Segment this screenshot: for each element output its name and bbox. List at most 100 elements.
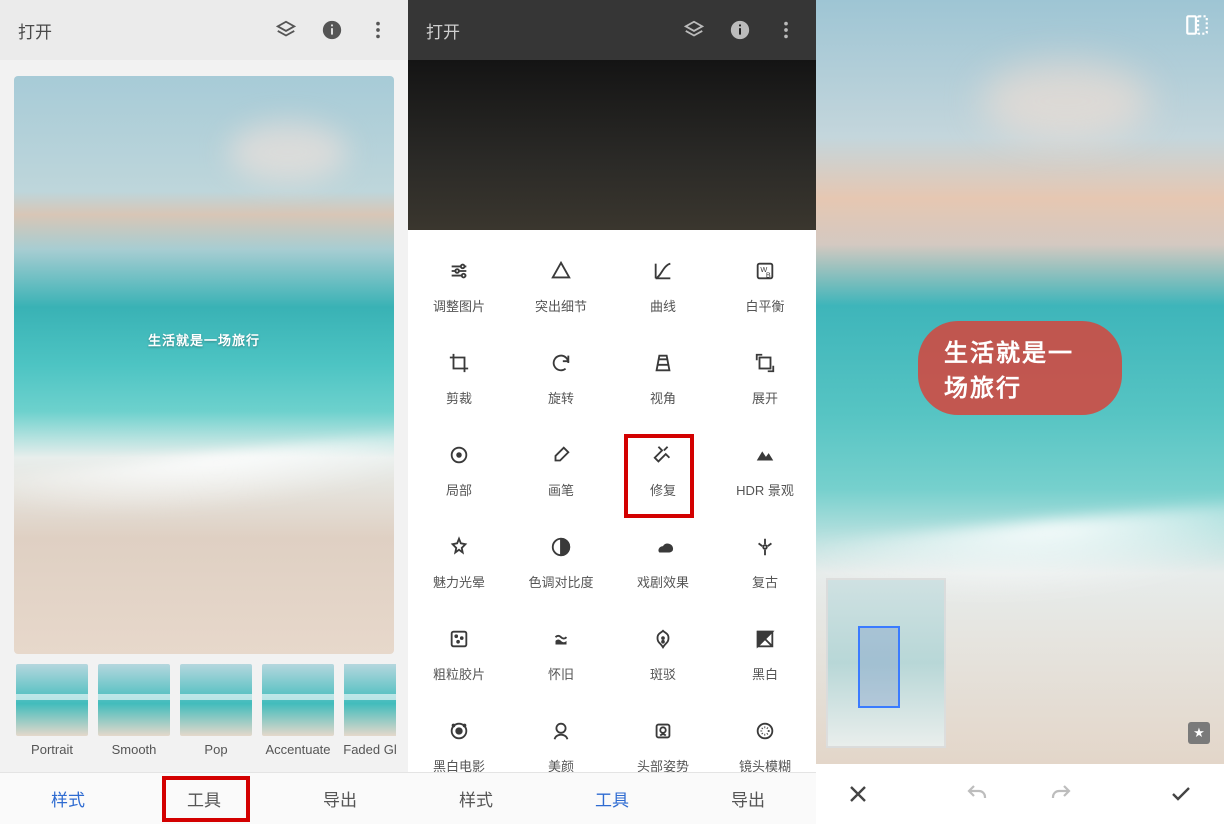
tool-vintage[interactable]: 复古 [714,534,816,622]
close-button[interactable] [846,782,870,806]
bottom-tabs: 样式 工具 导出 [0,772,408,824]
open-button[interactable]: 打开 [426,18,460,43]
tool-retrolux[interactable]: 怀旧 [510,626,612,714]
lensblur-icon [752,718,778,744]
vintage-icon [752,534,778,560]
healing-brush-overlay: 生活就是一场旅行 [918,321,1122,415]
more-icon[interactable] [366,18,390,42]
style-thumb[interactable]: Pop [180,664,252,757]
tool-head[interactable]: 头部姿势 [612,718,714,772]
tool-wb[interactable]: WB 白平衡 [714,258,816,346]
tool-expand[interactable]: 展开 [714,350,816,438]
tool-drama[interactable]: 戏剧效果 [612,534,714,622]
style-thumb[interactable]: Smooth [98,664,170,757]
tool-curves[interactable]: 曲线 [612,258,714,346]
tool-crop[interactable]: 剪裁 [408,350,510,438]
info-icon[interactable] [320,18,344,42]
tool-label: 画笔 [548,480,574,499]
tab-export[interactable]: 导出 [680,773,816,824]
details-icon [548,258,574,284]
rotate-icon [548,350,574,376]
tool-label: 曲线 [650,296,676,315]
panel-healing-view: 生活就是一场旅行 ★ [816,0,1224,824]
tool-lensblur[interactable]: 镜头模糊 [714,718,816,772]
grunge-icon [650,626,676,652]
healing-photo-area[interactable]: 生活就是一场旅行 ★ [816,0,1224,764]
style-thumb[interactable]: Accentuate [262,664,334,757]
tool-label: 突出细节 [535,296,587,315]
tab-tools[interactable]: 工具 [544,773,680,824]
tool-label: 镜头模糊 [739,756,791,772]
healing-action-bar [816,764,1224,824]
apply-button[interactable] [1168,782,1194,806]
grainy-icon [446,626,472,652]
glow-icon [446,534,472,560]
tab-styles[interactable]: 样式 [0,773,136,824]
style-thumb[interactable]: Faded Gl [344,664,396,757]
tool-label: 剪裁 [446,388,472,407]
main-photo[interactable]: 生活就是一场旅行 [14,76,394,654]
topbar: 打开 [408,0,816,60]
tool-hdr[interactable]: HDR 景观 [714,442,816,530]
curves-icon [650,258,676,284]
tool-label: 调整图片 [433,296,485,315]
navigator-preview[interactable] [826,578,946,748]
tune-icon [446,258,472,284]
bottom-tabs: 样式 工具 导出 [408,772,816,824]
tool-noir[interactable]: 黑白电影 [408,718,510,772]
layers-icon[interactable] [682,18,706,42]
tool-selective[interactable]: 局部 [408,442,510,530]
tool-grainy[interactable]: 粗粒胶片 [408,626,510,714]
info-icon[interactable] [728,18,752,42]
undo-button[interactable] [963,782,991,806]
crop-icon [446,350,472,376]
more-icon[interactable] [774,18,798,42]
portrait-icon [548,718,574,744]
dimmed-photo-area [408,60,816,230]
tool-rotate[interactable]: 旋转 [510,350,612,438]
tool-perspective[interactable]: 视角 [612,350,714,438]
tool-label: 黑白电影 [433,756,485,772]
style-thumbnails-row: Portrait Smooth Pop Accentuate Faded Gl [0,664,408,772]
drama-icon [650,534,676,560]
favorite-icon[interactable]: ★ [1188,722,1210,744]
tool-label: 斑驳 [650,664,676,683]
expand-icon [752,350,778,376]
tool-details[interactable]: 突出细节 [510,258,612,346]
tool-grunge[interactable]: 斑驳 [612,626,714,714]
panel-styles-view: 打开 生活就是一场旅行 Portrait Smooth Pop Accentua… [0,0,408,824]
tool-label: 白平衡 [745,296,784,315]
tool-label: 粗粒胶片 [433,664,485,683]
head-icon [650,718,676,744]
tab-export[interactable]: 导出 [272,773,408,824]
tool-label: 复古 [752,572,778,591]
compare-icon[interactable] [1184,12,1210,38]
tool-label: 黑白 [752,664,778,683]
photo-watermark-text: 生活就是一场旅行 [14,330,394,349]
tool-brush[interactable]: 画笔 [510,442,612,530]
tool-healing[interactable]: 修复 [612,442,714,530]
noir-icon [446,718,472,744]
tool-bw[interactable]: 黑白 [714,626,816,714]
open-button[interactable]: 打开 [18,18,52,43]
redo-button[interactable] [1047,782,1075,806]
tool-glow[interactable]: 魅力光晕 [408,534,510,622]
tool-tonal[interactable]: 色调对比度 [510,534,612,622]
tool-label: HDR 景观 [736,480,794,499]
tab-tools[interactable]: 工具 [136,773,272,824]
tool-portrait[interactable]: 美颜 [510,718,612,772]
tonal-icon [548,534,574,560]
tab-styles[interactable]: 样式 [408,773,544,824]
topbar: 打开 [0,0,408,60]
retrolux-icon [548,626,574,652]
wb-icon: WB [752,258,778,284]
panel-tools-view: 打开 调整图片 突出细节 曲线 WB 白平衡剪裁 旋转视角展开局部 画笔 修复 HDR 景观魅力… [408,0,816,824]
tool-tune[interactable]: 调整图片 [408,258,510,346]
layers-icon[interactable] [274,18,298,42]
healing-icon [650,442,676,468]
tool-label: 局部 [446,480,472,499]
style-thumb[interactable]: Portrait [16,664,88,757]
perspective-icon [650,350,676,376]
navigator-viewport [858,626,900,708]
selective-icon [446,442,472,468]
